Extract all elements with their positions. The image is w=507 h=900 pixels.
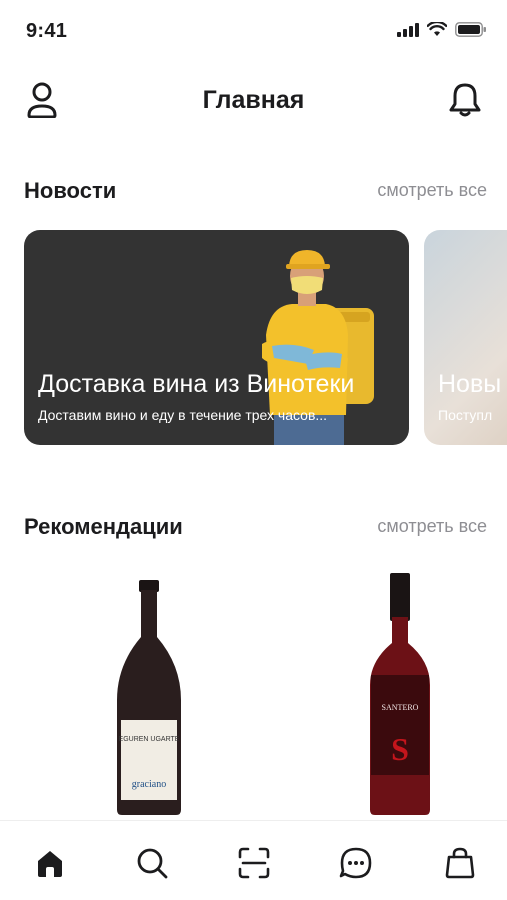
tab-scan[interactable]	[234, 843, 274, 883]
label-line: EGUREN UGARTE	[119, 736, 180, 743]
news-card-subtitle: Поступл	[438, 407, 493, 423]
search-icon	[137, 848, 168, 879]
news-card-subtitle: Доставим вино и еду в течение трех часов…	[38, 407, 328, 423]
status-bar: 9:41	[0, 0, 507, 64]
signal-icon	[397, 22, 419, 37]
news-section-title: Новости	[24, 178, 117, 203]
header: Главная	[0, 70, 507, 130]
news-section-header: Новости смотреть все	[24, 178, 487, 208]
recommendations-see-all-link[interactable]: смотреть все	[377, 516, 487, 537]
recommendations-section-title: Рекомендации	[24, 514, 183, 539]
label-line: graciano	[132, 779, 166, 790]
recommendations-section-header: Рекомендации смотреть все	[24, 514, 487, 544]
news-carousel[interactable]: Доставка вина из Винотеки Доставим вино …	[24, 230, 507, 445]
battery-icon	[455, 22, 486, 37]
recommendations-list: EGUREN UGARTE graciano SANTERO S	[0, 565, 507, 820]
notifications-button[interactable]	[445, 80, 485, 120]
tab-search[interactable]	[132, 843, 172, 883]
news-card[interactable]: Доставка вина из Винотеки Доставим вино …	[24, 230, 409, 445]
product-card[interactable]: SANTERO S	[340, 565, 460, 820]
home-icon	[38, 851, 62, 877]
wifi-icon	[427, 22, 447, 36]
wine-bottle-image: EGUREN UGARTE graciano	[117, 580, 181, 815]
label-line: S	[391, 731, 409, 767]
chat-icon	[339, 847, 372, 879]
tab-home[interactable]	[30, 843, 70, 883]
page-title: Главная	[202, 86, 305, 114]
tab-chat[interactable]	[336, 843, 376, 883]
tab-bar	[0, 820, 507, 900]
news-card[interactable]: Новы Поступл	[424, 230, 507, 445]
wine-bottle-image: SANTERO S	[370, 573, 430, 815]
news-card-title: Доставка вина из Винотеки	[38, 370, 355, 398]
bell-icon	[449, 83, 481, 117]
status-icons	[397, 22, 487, 37]
news-see-all-link[interactable]: смотреть все	[377, 180, 487, 201]
label-line: SANTERO	[382, 703, 419, 712]
news-card-title: Новы	[438, 370, 502, 398]
scan-icon	[238, 847, 270, 879]
product-card[interactable]: EGUREN UGARTE graciano	[89, 565, 209, 820]
cart-icon	[445, 847, 475, 879]
status-time: 9:41	[26, 20, 68, 42]
tab-cart[interactable]	[440, 843, 480, 883]
